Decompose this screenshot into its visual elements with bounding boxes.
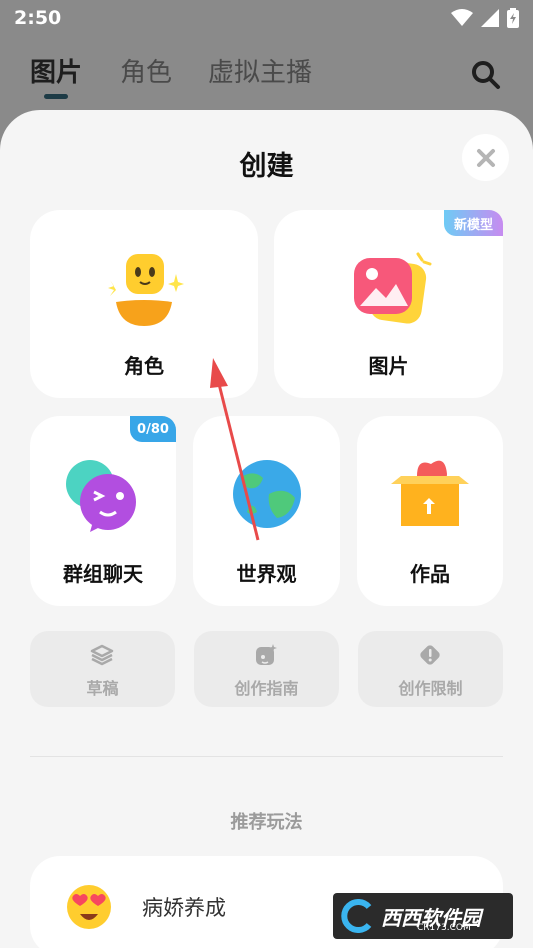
character-emoji-icon bbox=[108, 254, 184, 326]
watermark-c-icon bbox=[341, 899, 372, 933]
create-image-card[interactable]: 新模型 图片 bbox=[274, 210, 503, 398]
image-label: 图片 bbox=[368, 354, 409, 378]
search-icon[interactable] bbox=[471, 60, 501, 90]
create-group-chat-card[interactable]: 0/80 群组聊天 bbox=[30, 416, 176, 606]
create-world-card[interactable]: 世界观 bbox=[193, 416, 340, 606]
create-works-card[interactable]: 作品 bbox=[357, 416, 503, 606]
status-icons bbox=[451, 8, 519, 28]
works-box-icon bbox=[391, 460, 469, 526]
close-icon bbox=[476, 148, 495, 167]
status-bar: 2:50 bbox=[0, 0, 533, 36]
creation-guide-button[interactable]: 创作指南 bbox=[194, 631, 339, 707]
guide-icon bbox=[256, 644, 277, 665]
wifi-icon bbox=[451, 9, 473, 26]
drafts-label: 草稿 bbox=[86, 679, 119, 698]
drafts-button[interactable]: 草稿 bbox=[30, 631, 175, 707]
works-label: 作品 bbox=[410, 562, 450, 586]
close-button[interactable] bbox=[462, 134, 509, 181]
recommend-section-title: 推荐玩法 bbox=[230, 812, 303, 833]
creation-limits-button[interactable]: 创作限制 bbox=[358, 631, 503, 707]
sheet-title: 创建 bbox=[239, 151, 294, 182]
top-tab-bar: 图片 角色 虚拟主播 bbox=[0, 44, 533, 104]
group-count-badge: 0/80 bbox=[130, 416, 176, 442]
create-sheet: 创建 角色 新模型 图片 0/80 群组聊天 世界观 作品 草稿 创作指南 创作… bbox=[0, 110, 533, 948]
new-model-badge: 新模型 bbox=[444, 210, 503, 236]
watermark-sub: CR173.COM bbox=[417, 923, 471, 933]
layers-icon bbox=[90, 644, 114, 666]
image-icon bbox=[354, 252, 432, 324]
group-chat-label: 群组聊天 bbox=[63, 562, 143, 586]
battery-icon bbox=[507, 8, 519, 28]
recommend-label: 病娇养成 bbox=[142, 896, 226, 920]
create-character-card[interactable]: 角色 bbox=[30, 210, 258, 398]
world-label: 世界观 bbox=[236, 562, 297, 586]
signal-icon bbox=[481, 9, 499, 27]
globe-icon bbox=[233, 460, 301, 528]
group-chat-icon bbox=[66, 460, 136, 532]
creation-guide-label: 创作指南 bbox=[234, 679, 299, 698]
creation-limits-label: 创作限制 bbox=[398, 679, 463, 698]
warning-icon bbox=[420, 645, 440, 665]
watermark-logo: 西西软件园 CR173.COM bbox=[333, 893, 513, 939]
tab-virtual-streamer[interactable]: 虚拟主播 bbox=[208, 52, 312, 89]
tab-images[interactable]: 图片 bbox=[30, 52, 82, 89]
heart-eyes-emoji-icon bbox=[67, 885, 111, 929]
divider bbox=[30, 756, 503, 757]
tab-characters[interactable]: 角色 bbox=[120, 52, 172, 89]
character-label: 角色 bbox=[124, 354, 164, 378]
status-time: 2:50 bbox=[14, 7, 62, 29]
tab-indicator bbox=[44, 94, 68, 99]
